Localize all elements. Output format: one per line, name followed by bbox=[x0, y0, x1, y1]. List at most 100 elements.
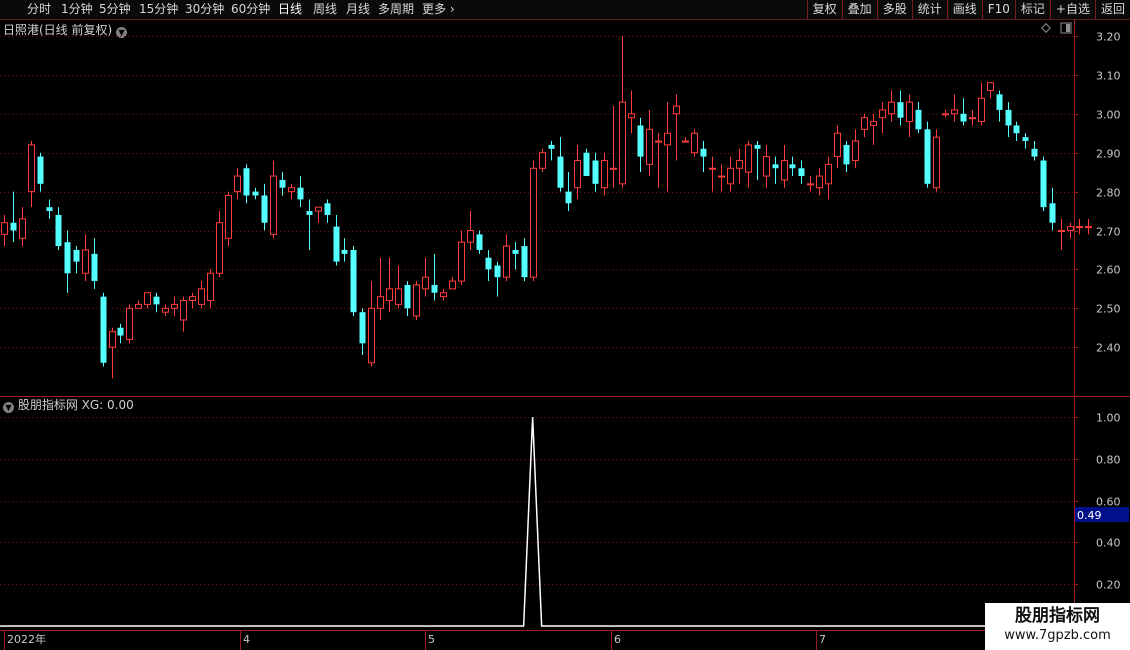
candle-body bbox=[628, 113, 635, 119]
candle bbox=[171, 296, 178, 317]
candle bbox=[404, 281, 411, 317]
candle-body bbox=[951, 109, 958, 115]
candle bbox=[126, 304, 133, 344]
candle bbox=[789, 156, 796, 177]
candle-body bbox=[485, 257, 492, 270]
candle-body bbox=[270, 175, 277, 235]
candle-body bbox=[46, 207, 53, 212]
candle-body bbox=[422, 276, 429, 290]
candle-body bbox=[646, 128, 653, 165]
price-tick-label: 2.50 bbox=[1096, 303, 1121, 316]
candle bbox=[978, 82, 985, 126]
candle-body bbox=[843, 144, 850, 165]
candle-body bbox=[126, 307, 133, 340]
candle-body bbox=[879, 109, 886, 119]
candle-body bbox=[82, 249, 89, 274]
candle bbox=[28, 141, 35, 208]
candle-body bbox=[19, 218, 26, 239]
chart-canvas[interactable]: 3.20 3.10 3.00 2.90 2.80 2.70 2.60 2.50 2.40 1.00… bbox=[0, 0, 1130, 650]
candle-body bbox=[306, 211, 313, 215]
candle-body bbox=[673, 105, 680, 115]
candle-body bbox=[1, 222, 8, 235]
candle bbox=[91, 238, 98, 289]
candle-body bbox=[763, 156, 770, 177]
candle-body bbox=[144, 292, 151, 305]
candle bbox=[924, 121, 931, 188]
indicator-tick-label: 0.80 bbox=[1096, 454, 1121, 467]
candle bbox=[1022, 133, 1029, 149]
candle-body bbox=[1005, 109, 1012, 126]
candle-body bbox=[180, 300, 187, 321]
candle-body bbox=[664, 132, 671, 146]
candle-body bbox=[279, 179, 286, 188]
candle bbox=[745, 141, 752, 188]
candle bbox=[1005, 102, 1012, 138]
candle-body bbox=[530, 167, 537, 278]
candle-body bbox=[727, 167, 734, 185]
candle-body bbox=[709, 167, 716, 170]
candle-body bbox=[816, 175, 823, 189]
candle bbox=[440, 288, 447, 301]
candle bbox=[574, 144, 581, 200]
candle-body bbox=[754, 144, 761, 149]
candle bbox=[655, 133, 662, 188]
price-tick-label: 2.90 bbox=[1096, 148, 1121, 161]
candle bbox=[189, 292, 196, 309]
candle-body bbox=[933, 136, 940, 189]
date-tick-label: 6 bbox=[614, 633, 621, 646]
candle-body bbox=[440, 292, 447, 298]
candle-body bbox=[682, 140, 689, 143]
candle bbox=[117, 323, 124, 344]
cursor-value-label: 0.49 bbox=[1077, 509, 1102, 522]
candle bbox=[341, 238, 348, 262]
candle-body bbox=[404, 284, 411, 309]
candle-body bbox=[583, 152, 590, 177]
candle bbox=[73, 246, 80, 274]
candle bbox=[485, 249, 492, 282]
candle bbox=[1049, 187, 1056, 231]
candle-body bbox=[368, 307, 375, 364]
candle-body bbox=[1031, 148, 1038, 157]
candle bbox=[852, 129, 859, 169]
candle bbox=[825, 156, 832, 200]
xg-signal-line bbox=[0, 416, 1074, 627]
candle bbox=[772, 156, 779, 184]
candle bbox=[180, 296, 187, 332]
candle bbox=[162, 304, 169, 317]
candle bbox=[539, 148, 546, 173]
date-tick-label: 2022年 bbox=[7, 632, 46, 646]
candle-body bbox=[619, 101, 626, 185]
watermark-logo: 股朋指标网 www.7gpzb.com bbox=[985, 603, 1130, 650]
candle bbox=[458, 230, 465, 285]
candle-body bbox=[162, 307, 169, 313]
candle bbox=[781, 144, 788, 188]
candle bbox=[55, 207, 62, 250]
candle bbox=[297, 176, 304, 208]
candle bbox=[682, 137, 689, 143]
candle-body bbox=[28, 144, 35, 193]
price-tick-label: 2.60 bbox=[1096, 264, 1121, 277]
candle-body bbox=[109, 331, 116, 348]
candle-body bbox=[359, 312, 366, 344]
candle bbox=[144, 292, 151, 309]
candle bbox=[252, 187, 259, 200]
candle-body bbox=[592, 160, 599, 184]
candle-body bbox=[1049, 203, 1056, 223]
price-tick-label: 2.80 bbox=[1096, 187, 1121, 200]
candle-body bbox=[1085, 226, 1092, 229]
candle-body bbox=[377, 296, 384, 309]
indicator-tick-label: 0.40 bbox=[1096, 537, 1121, 550]
candle-body bbox=[700, 148, 707, 157]
candle-body bbox=[574, 159, 581, 189]
price-tick-label: 2.40 bbox=[1096, 342, 1121, 355]
candle-body bbox=[324, 203, 331, 215]
candle bbox=[843, 141, 850, 173]
price-tick-label: 3.20 bbox=[1096, 31, 1121, 44]
window-icon-fill bbox=[1066, 24, 1070, 32]
candle bbox=[135, 300, 142, 309]
candle-body bbox=[189, 296, 196, 302]
candle-body bbox=[503, 245, 510, 278]
candle-body bbox=[10, 222, 17, 231]
candle-body bbox=[1076, 226, 1083, 229]
candle bbox=[100, 292, 107, 367]
